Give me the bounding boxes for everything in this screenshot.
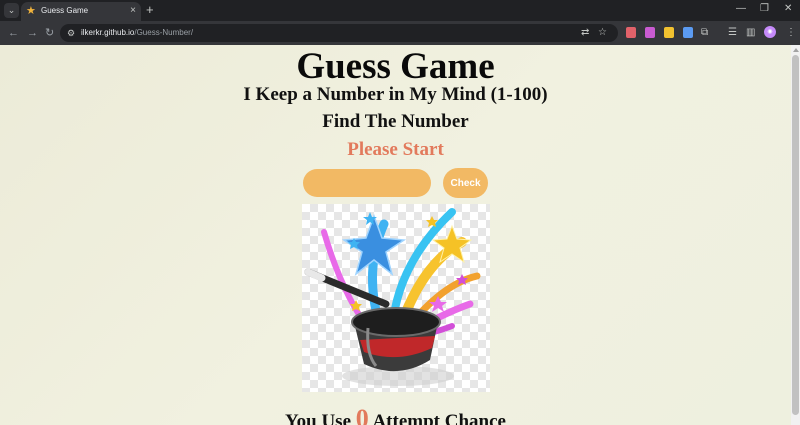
attempts-counter: You Use 0 Attempt Chance: [0, 404, 791, 425]
attempts-prefix: You Use: [285, 411, 351, 425]
status-message: Please Start: [347, 139, 444, 160]
forward-button[interactable]: →: [27, 26, 38, 40]
browser-toolbar: ← → ↻ ⚙ ilkerkr.github.io/Guess-Number/ …: [0, 21, 800, 45]
url-path: /Guess-Number/: [134, 28, 194, 37]
back-button[interactable]: ←: [8, 26, 19, 40]
url-host: ilkerkr.github.io: [81, 28, 135, 37]
extension-icon[interactable]: [664, 27, 674, 38]
extension-icon[interactable]: [683, 27, 693, 38]
page-subtitle: I Keep a Number in My Mind (1-100): [243, 84, 548, 105]
star-icon: ★: [26, 5, 36, 17]
restore-button[interactable]: ❐: [760, 2, 769, 16]
page-viewport: Guess Game I Keep a Number in My Mind (1…: [0, 45, 791, 425]
page-scrollbar[interactable]: [791, 45, 800, 425]
new-tab-button[interactable]: +: [146, 2, 154, 18]
close-window-button[interactable]: ✕: [784, 2, 792, 16]
bookmark-star-icon[interactable]: ☆: [598, 27, 607, 39]
extension-icon[interactable]: [626, 27, 636, 38]
tab-title: Guess Game: [41, 6, 89, 15]
side-panel-icon[interactable]: ▥: [746, 26, 755, 39]
magic-hat-image: [302, 204, 490, 392]
site-info-icon[interactable]: ⚙: [67, 27, 75, 39]
attempts-count: 0: [355, 404, 369, 425]
url-text[interactable]: ilkerkr.github.io/Guess-Number/: [81, 28, 193, 38]
instruction-text: Find The Number: [322, 111, 469, 132]
tab-guess-game[interactable]: ★ Guess Game ×: [21, 2, 141, 21]
minimize-button[interactable]: —: [736, 2, 746, 16]
tab-search-button[interactable]: ⌄: [4, 3, 19, 18]
check-button[interactable]: Check: [443, 168, 488, 198]
scrollbar-thumb[interactable]: [792, 55, 799, 415]
close-tab-icon[interactable]: ×: [130, 5, 136, 17]
translate-icon[interactable]: ⇄: [581, 27, 589, 39]
reading-list-icon[interactable]: ☰: [728, 26, 737, 39]
extension-icon[interactable]: [645, 27, 655, 38]
address-bar[interactable]: ⚙ ilkerkr.github.io/Guess-Number/ ⇄ ☆: [60, 24, 618, 42]
scroll-up-arrow-icon[interactable]: [793, 48, 799, 52]
menu-icon[interactable]: ⋮: [786, 26, 796, 39]
reload-button[interactable]: ↻: [45, 26, 54, 40]
attempts-suffix: Attempt Chance: [372, 411, 506, 425]
guess-input[interactable]: [303, 169, 431, 197]
tab-strip: ⌄ ★ Guess Game × + — ❐ ✕: [0, 0, 800, 21]
profile-avatar[interactable]: ◉: [764, 26, 776, 38]
magic-hat-icon: [304, 208, 481, 386]
extensions-puzzle-icon[interactable]: ⧉: [701, 26, 708, 39]
page-title: Guess Game: [296, 46, 495, 87]
